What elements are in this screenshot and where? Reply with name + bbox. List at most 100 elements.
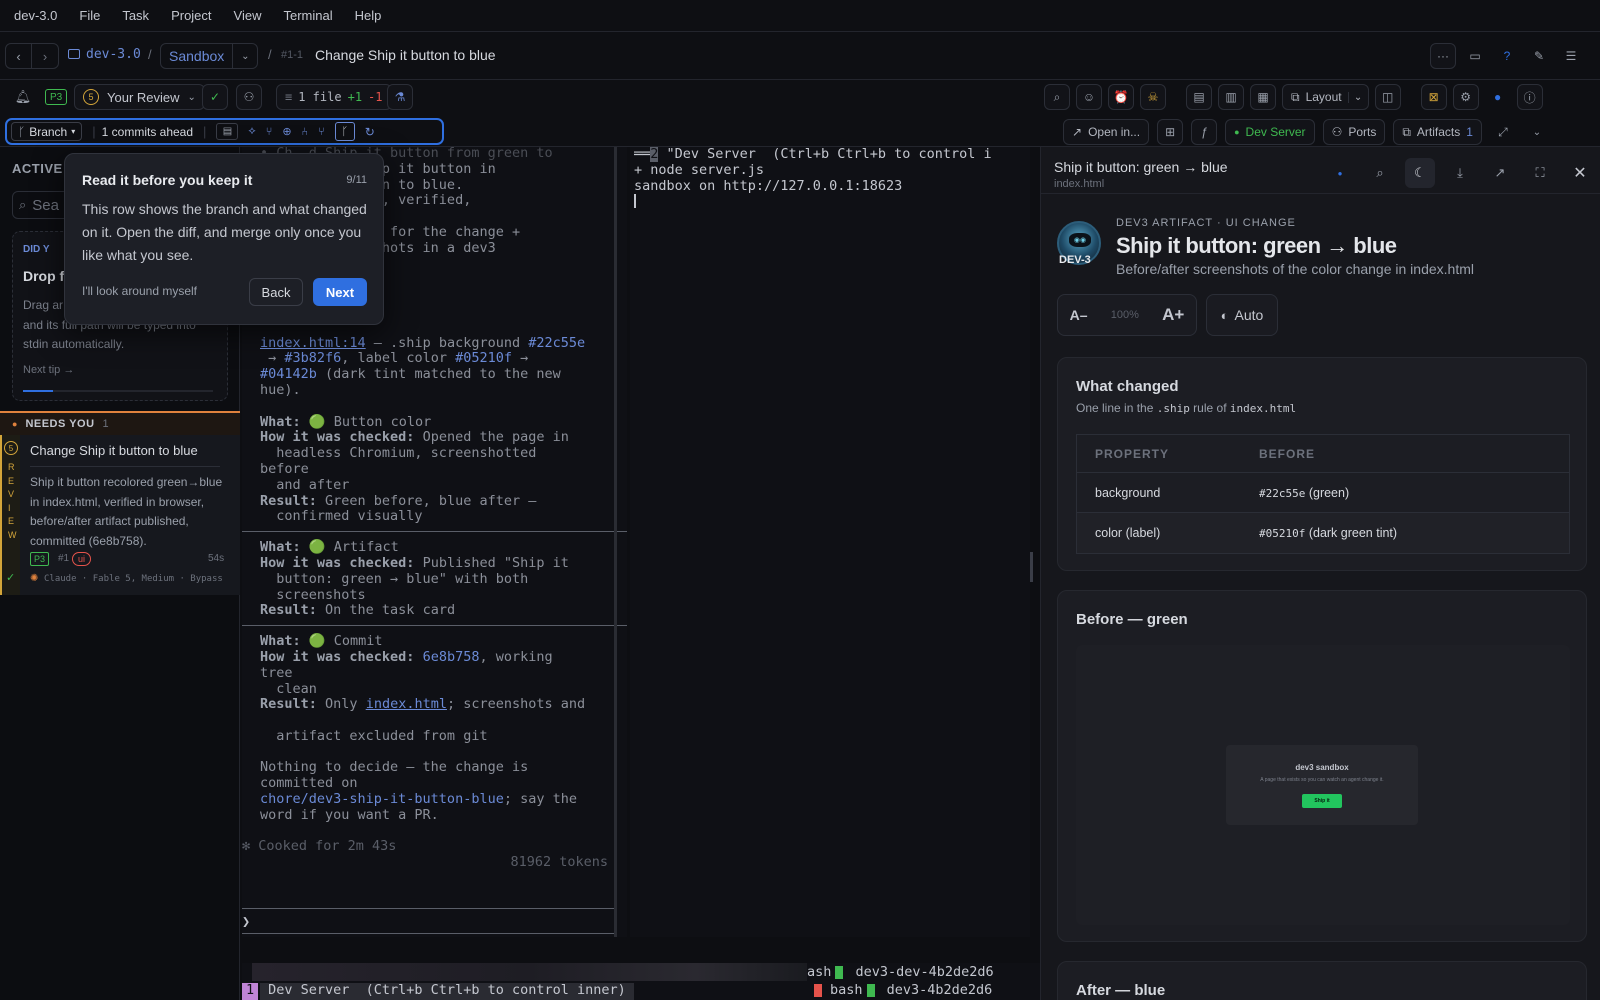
close-box-icon[interactable]: ⊠ [1420, 84, 1447, 110]
before-title: Before — green [1076, 611, 1188, 628]
project-name[interactable]: dev-3.0 [86, 47, 141, 62]
onboarding-tooltip: Read it before you keep it 9/11 This row… [64, 153, 384, 325]
task-number: #1 [58, 553, 70, 564]
needs-label: NEEDS YOU [25, 418, 95, 430]
tmux-status: ash dev3-dev-4b2de2d6 1 Dev Server (Ctrl… [242, 963, 1040, 1000]
panel-bottom-icon[interactable]: ▤ [1186, 84, 1212, 110]
info-icon[interactable]: ⓘ [1516, 84, 1543, 110]
ports-button[interactable]: ⚇ Ports [1322, 119, 1386, 145]
assign-user-icon[interactable]: ⚇ [236, 84, 262, 110]
gear-icon[interactable]: ⚙ [1452, 84, 1479, 110]
dev-server-terminal[interactable]: ══2 "Dev Server (Ctrl+b Ctrl+b to contro… [630, 147, 1033, 937]
panel-top-icon[interactable]: ▦ [1250, 84, 1276, 110]
artifacts-button[interactable]: ⧉ Artifacts 1 [1393, 119, 1482, 145]
tour-back-button[interactable]: Back [249, 278, 303, 306]
menu-project[interactable]: Project [171, 8, 211, 23]
download-icon[interactable]: ⤓ [1445, 158, 1475, 188]
function-icon[interactable]: ƒ [1191, 119, 1218, 145]
menu-file[interactable]: File [79, 8, 100, 23]
review-select[interactable]: 5 Your Review ⌄ [74, 84, 205, 110]
file-link[interactable]: index.html:14 [260, 335, 366, 351]
screenshot-card: dev3 sandbox A page that exists so you c… [1226, 745, 1418, 825]
help-icon[interactable]: ? [1494, 43, 1520, 69]
tour-skip-link[interactable]: I'll look around myself [82, 284, 197, 298]
close-icon[interactable]: ✕ [1565, 158, 1595, 188]
pull-icon[interactable]: ⑂ [318, 126, 325, 138]
needs-count: 1 [102, 418, 109, 430]
zoom-icon[interactable]: ⌕ [1044, 84, 1070, 110]
skull-icon[interactable]: ☠ [1140, 84, 1166, 110]
tip-body-1: Drag ar [23, 298, 64, 312]
theme-button[interactable]: ◐ Auto [1206, 294, 1278, 336]
before-card: Before — green dev3 sandbox A page that … [1057, 590, 1587, 942]
push-icon[interactable]: ⊕ [282, 125, 291, 138]
pane-divider[interactable] [614, 147, 617, 937]
layout-select[interactable]: ⧉ Layout ⌄ [1282, 84, 1369, 110]
refresh-icon[interactable]: ↻ [365, 125, 375, 139]
review-vertical-label: REVIEW [8, 462, 17, 540]
sliders-icon[interactable]: ☰ [1558, 43, 1584, 69]
contrast-icon: ◐ [1220, 307, 1229, 323]
menu-task[interactable]: Task [122, 8, 149, 23]
status-dot-icon: ● [1234, 127, 1240, 137]
diff-summary-button[interactable]: ≡ 1 file +1 -1 [276, 84, 392, 110]
robot-icon[interactable]: ☺ [1076, 84, 1102, 110]
alarm-icon[interactable]: ⏰ [1108, 84, 1134, 110]
open-in-button[interactable]: ↗ Open in... [1063, 119, 1150, 145]
artifacts-label: Artifacts [1416, 125, 1461, 139]
wrench-icon[interactable]: ✎ [1526, 43, 1552, 69]
terminal-icon[interactable]: ▭ [1462, 43, 1488, 69]
approve-check-icon[interactable]: ✓ [202, 84, 228, 110]
file-link[interactable]: index.html [366, 696, 447, 712]
artifacts-icon: ⧉ [1402, 124, 1411, 139]
external-link-icon[interactable]: ↗ [1485, 158, 1515, 188]
changes-table: PROPERTY BEFORE background #22c55e (gree… [1076, 434, 1570, 554]
sidebar-toggle-icon[interactable]: ◫ [1374, 84, 1401, 110]
menu-terminal[interactable]: Terminal [283, 8, 332, 23]
tour-step: 9/11 [346, 174, 367, 186]
ports-label: Ports [1348, 125, 1377, 139]
branch-select[interactable]: ᚴ Branch ▾ [11, 122, 83, 141]
moon-icon[interactable]: ☾ [1405, 158, 1435, 188]
tour-next-button[interactable]: Next [313, 278, 367, 306]
tree-icon[interactable]: ⊞ [1157, 119, 1184, 145]
after-card: After — blue [1057, 961, 1587, 1000]
menu-help[interactable]: Help [355, 8, 382, 23]
pr-icon[interactable]: ᚴ [334, 122, 355, 141]
search-icon[interactable]: ⌕ [1365, 158, 1395, 188]
screenshot-subtitle: A page that exists so you can watch an a… [1260, 777, 1384, 783]
title-actions: ··· ▭ ? ✎ ☰ [1430, 43, 1584, 69]
font-decrease-button[interactable]: A– [1070, 307, 1088, 323]
tip-progress [23, 390, 53, 392]
font-increase-button[interactable]: A+ [1162, 305, 1184, 325]
branch-icon: ᚴ [18, 124, 26, 139]
priority-badge[interactable]: P3 [45, 89, 68, 105]
lines-added: +1 [347, 90, 363, 104]
next-tip-link[interactable]: Next tip → [23, 364, 74, 376]
project-icon [68, 49, 80, 59]
rebase-icon[interactable]: ⑃ [302, 126, 309, 138]
table-row: background #22c55e (green) [1077, 473, 1569, 513]
commit-icon[interactable]: ⟡ [248, 125, 255, 138]
tour-body: This row shows the branch and what chang… [82, 201, 367, 263]
merge-icon[interactable]: ⑂ [266, 126, 273, 138]
prompt[interactable]: ❯ [242, 914, 250, 931]
expand-icon[interactable]: ⤢ [1490, 119, 1516, 145]
what-changed-title: What changed [1076, 378, 1179, 395]
flask-icon[interactable]: ⚗ [387, 84, 413, 110]
more-icon[interactable]: ··· [1430, 43, 1456, 69]
fullscreen-icon[interactable]: ⛶ [1525, 158, 1555, 188]
check-icon: ✓ [6, 572, 16, 584]
env-select[interactable]: Sandbox ⌄ [160, 43, 259, 69]
bell-icon[interactable]: 🔔︎ [15, 89, 32, 105]
layout-icon: ⧉ [1291, 89, 1300, 104]
diff-icon[interactable]: ▤ [216, 123, 239, 140]
panel-right-icon[interactable]: ▥ [1218, 84, 1244, 110]
dev-server-button[interactable]: ● Dev Server [1225, 119, 1315, 145]
chevron-down-icon[interactable]: ⌄ [1524, 119, 1550, 145]
task-card[interactable]: 5 REVIEW ✓ Change Ship it button to blue… [0, 435, 240, 595]
forward-icon[interactable]: › [32, 44, 58, 68]
status-dot-icon: ● [12, 419, 18, 429]
menu-view[interactable]: View [234, 8, 262, 23]
back-icon[interactable]: ‹ [6, 44, 32, 68]
